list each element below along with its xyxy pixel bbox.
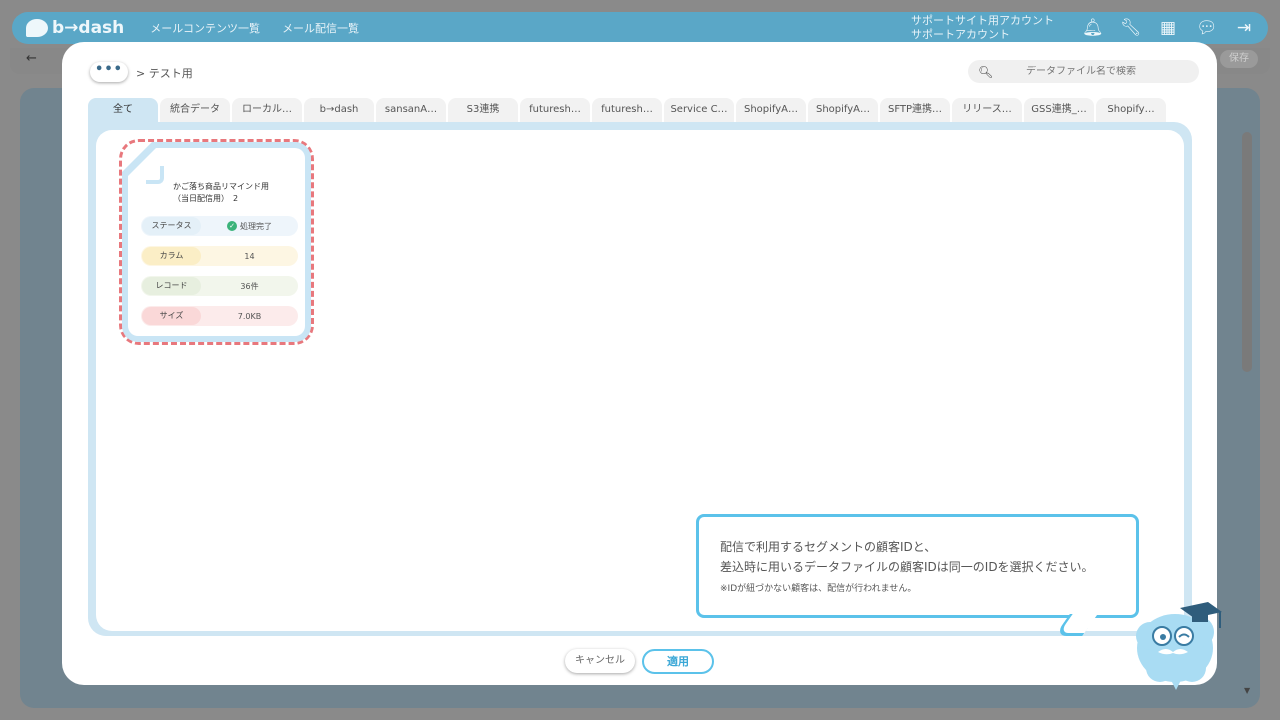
search-input[interactable] xyxy=(1026,66,1196,77)
card-row-value-text: 36件 xyxy=(240,281,259,291)
card-row-value-text: 14 xyxy=(244,251,255,261)
file-fold-icon xyxy=(146,166,164,184)
card-row-value-text: 7.0KB xyxy=(237,311,262,321)
card-title-line1: かご落ち商品リマインド用 xyxy=(173,182,269,191)
tab-0[interactable]: 全て xyxy=(88,98,158,122)
tooltip-note: ※IDが紐づかない顧客は、配信が行われません。 xyxy=(720,584,917,594)
tab-8[interactable]: Service C… xyxy=(664,98,734,122)
tab-13[interactable]: GSS連携_… xyxy=(1024,98,1094,122)
logo-bubble-icon xyxy=(26,19,48,37)
card-body: かご落ち商品リマインド用 （当日配信用） 2 ステータス ✓ 処理完了 カラム 14 レコ… xyxy=(128,148,305,336)
card-title: かご落ち商品リマインド用 （当日配信用） 2 xyxy=(173,181,269,205)
wrench-icon[interactable]: 🔧︎ xyxy=(1120,18,1142,38)
tab-4[interactable]: sansanA… xyxy=(376,98,446,122)
logo-text: b→dash xyxy=(52,18,125,38)
tab-9[interactable]: ShopifyA… xyxy=(736,98,806,122)
card-row: ステータス ✓ 処理完了 xyxy=(141,216,298,236)
card-row-label: カラム xyxy=(142,247,201,265)
tooltip-line2: 差込時に用いるデータファイルの顧客IDは同一のIDを選択ください。 xyxy=(720,560,1094,574)
category-tabs: 全て 統合データ ローカル… b→dash sansanA… S3連携 futuresh… f… xyxy=(88,98,1166,122)
scroll-down-icon[interactable]: ▼ xyxy=(1244,686,1250,695)
top-navigation-bar: b→dash メールコンテンツ一覧 メール配信一覧 サポートサイト用アカウント … xyxy=(12,12,1268,44)
data-file-select-modal: ••• > テスト用 🔍︎ 全て統合データローカル…b→dashsansanA…… xyxy=(62,42,1217,685)
card-row-value: 14 xyxy=(201,252,298,261)
grid-icon[interactable]: ▦ xyxy=(1158,18,1178,38)
tab-2[interactable]: ローカル… xyxy=(232,98,302,122)
search-box: 🔍︎ xyxy=(968,60,1199,83)
card-row: サイズ 7.0KB xyxy=(141,306,298,326)
nav-mail-contents[interactable]: メールコンテンツ一覧 xyxy=(150,20,260,36)
tab-10[interactable]: ShopifyA… xyxy=(808,98,878,122)
save-button[interactable]: 保存 xyxy=(1220,50,1258,68)
card-row-value: 7.0KB xyxy=(201,312,298,321)
apply-button[interactable]: 適用 xyxy=(642,649,714,674)
card-title-line2: （当日配信用） 2 xyxy=(173,194,239,203)
nav-mail-delivery[interactable]: メール配信一覧 xyxy=(282,20,359,36)
page-scrollbar[interactable] xyxy=(1242,132,1252,372)
card-row-value: 36件 xyxy=(201,281,298,292)
tab-7[interactable]: futuresh… xyxy=(592,98,662,122)
customer-id-tooltip: 配信で利用するセグメントの顧客IDと、 差込時に用いるデータファイルの顧客IDは… xyxy=(696,514,1139,618)
top-right-tools: サポートサイト用アカウント サポートアカウント 🔔︎ 🔧︎ ▦ 💬︎ ⇥ xyxy=(911,14,1254,42)
tab-6[interactable]: futuresh… xyxy=(520,98,590,122)
tab-5[interactable]: S3連携 xyxy=(448,98,518,122)
tab-1[interactable]: 統合データ xyxy=(160,98,230,122)
card-row: カラム 14 xyxy=(141,246,298,266)
mascot-character-icon xyxy=(1136,602,1222,690)
tab-3[interactable]: b→dash xyxy=(304,98,374,122)
card-row: レコード 36件 xyxy=(141,276,298,296)
check-circle-icon: ✓ xyxy=(227,221,237,231)
card-row-value: ✓ 処理完了 xyxy=(201,221,298,232)
tooltip-line1: 配信で利用するセグメントの顧客IDと、 xyxy=(720,540,937,554)
card-row-label: サイズ xyxy=(142,307,201,325)
help-chat-icon[interactable]: 💬︎ xyxy=(1196,18,1218,38)
card-row-value-text: 処理完了 xyxy=(240,221,272,231)
app-logo[interactable]: b→dash xyxy=(26,18,124,38)
account-info[interactable]: サポートサイト用アカウント サポートアカウント xyxy=(911,14,1054,42)
data-file-card[interactable]: かご落ち商品リマインド用 （当日配信用） 2 ステータス ✓ 処理完了 カラム 14 レコ… xyxy=(122,142,311,342)
logout-icon[interactable]: ⇥ xyxy=(1234,18,1254,38)
search-icon: 🔍︎ xyxy=(978,64,994,79)
account-name: サポートサイト用アカウント xyxy=(911,14,1054,27)
back-arrow-icon[interactable]: ← xyxy=(26,51,37,66)
bell-icon[interactable]: 🔔︎ xyxy=(1082,18,1104,38)
tab-11[interactable]: SFTP連携… xyxy=(880,98,950,122)
more-options-button[interactable]: ••• xyxy=(90,62,128,82)
card-row-label: ステータス xyxy=(142,217,201,235)
tab-12[interactable]: リリース… xyxy=(952,98,1022,122)
account-user: サポートアカウント xyxy=(911,28,1010,41)
cancel-button[interactable]: キャンセル xyxy=(565,649,635,673)
breadcrumb: > テスト用 xyxy=(136,67,193,80)
card-row-label: レコード xyxy=(142,277,201,295)
tab-14[interactable]: Shopify… xyxy=(1096,98,1166,122)
